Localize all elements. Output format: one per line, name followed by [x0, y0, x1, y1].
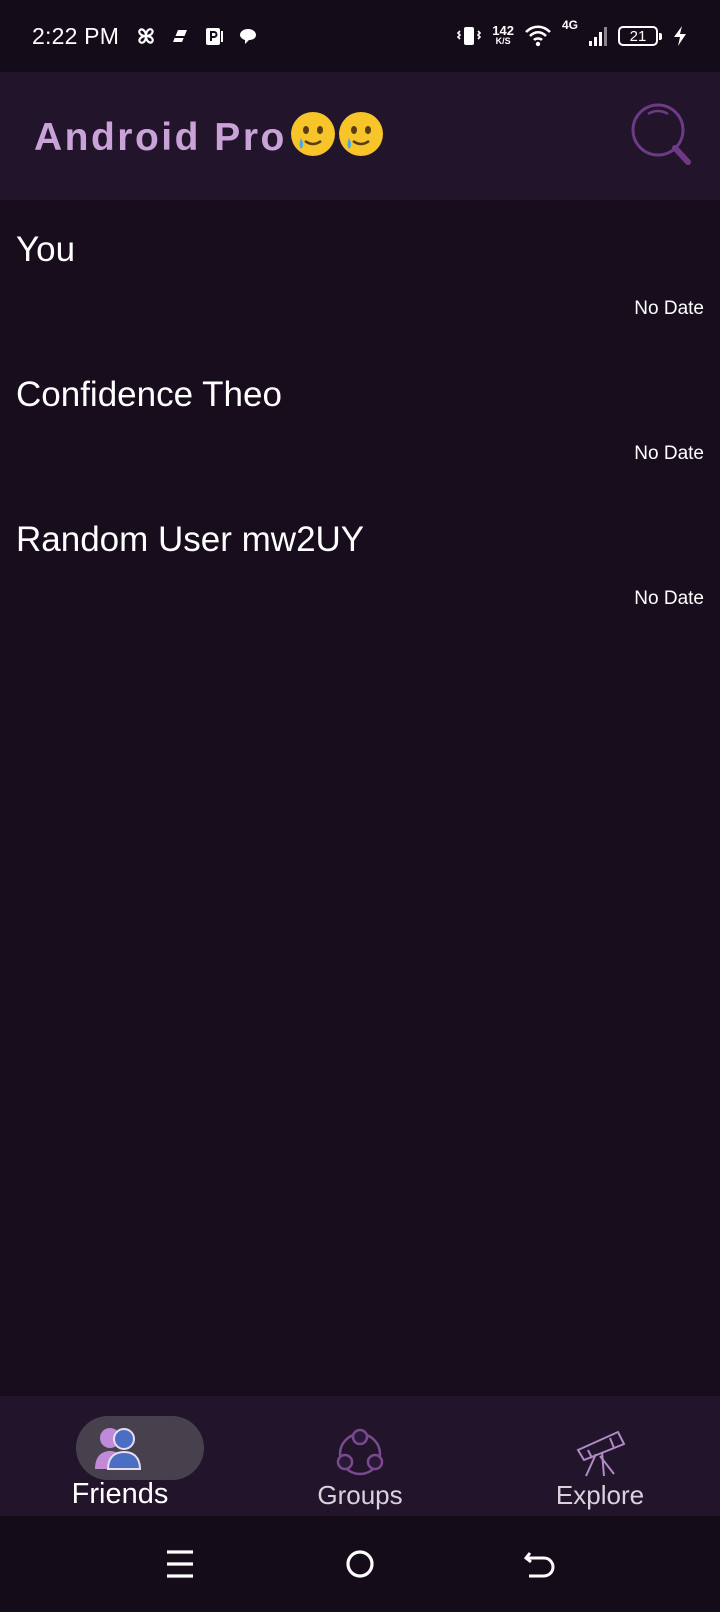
screen: 2:22 PM 142 K/S 4G 21 Android Pro You No… — [0, 0, 720, 1612]
chat-date: No Date — [634, 298, 704, 319]
list-item[interactable]: Random User mw2UY No Date — [0, 490, 720, 635]
list-item[interactable]: Confidence Theo No Date — [0, 345, 720, 490]
pinwheel-icon — [138, 28, 154, 44]
app-bar: Android Pro — [0, 72, 720, 200]
charging-bolt-icon — [674, 26, 686, 46]
parking-app-icon — [206, 28, 224, 45]
app-title: Android Pro — [34, 112, 383, 160]
chat-date: No Date — [634, 588, 704, 609]
status-time: 2:22 PM — [32, 22, 120, 49]
nav-label-friends: Friends — [71, 1478, 169, 1510]
nav-item-friends[interactable]: Friends — [20, 1396, 220, 1516]
network-speed: 142 K/S — [492, 23, 514, 47]
smiling-face-with-tear-icon — [290, 112, 335, 156]
signal-icon — [589, 27, 607, 46]
chat-name: You — [16, 230, 76, 269]
list-item[interactable]: You No Date — [0, 200, 720, 345]
nav-item-explore[interactable]: Explore — [500, 1396, 700, 1516]
chat-name: Random User mw2UY — [16, 520, 365, 559]
bottom-navigation: Friends Groups Explore — [0, 1396, 720, 1516]
system-indicators: 142 K/S 4G 21 — [456, 18, 688, 48]
search-icon — [631, 103, 691, 165]
battery-level: 21 — [629, 27, 647, 45]
status-bar: 2:22 PM 142 K/S 4G 21 — [0, 0, 720, 72]
friends-list: You No Date Confidence Theo No Date Rand… — [0, 200, 720, 635]
friends-icon — [95, 1428, 142, 1470]
chat-date: No Date — [634, 443, 704, 464]
back-button[interactable] — [520, 1544, 560, 1584]
vibrate-icon — [457, 27, 482, 45]
smiling-face-with-tear-icon — [338, 112, 383, 156]
notification-icons — [135, 25, 259, 47]
system-navigation-bar — [0, 1516, 720, 1612]
nav-label-groups: Groups — [317, 1480, 403, 1510]
network-speed-unit: K/S — [495, 36, 511, 46]
recents-button[interactable] — [160, 1544, 200, 1584]
chat-name: Confidence Theo — [16, 375, 282, 414]
home-icon — [346, 1550, 374, 1578]
chat-bubble-icon — [240, 29, 257, 44]
recents-icon — [167, 1550, 193, 1578]
nav-item-groups[interactable]: Groups — [260, 1396, 460, 1516]
telescope-icon — [576, 1430, 626, 1477]
app-title-text: Android Pro — [34, 116, 287, 159]
back-icon — [523, 1552, 555, 1578]
battery-indicator: 21 — [618, 26, 662, 46]
notification-app-icon — [173, 30, 188, 42]
home-button[interactable] — [340, 1544, 380, 1584]
search-button[interactable] — [628, 102, 698, 172]
network-type: 4G — [561, 18, 578, 32]
groups-icon — [336, 1428, 384, 1476]
wifi-icon — [525, 25, 551, 47]
network-speed-value: 142 — [492, 23, 514, 38]
nav-label-explore: Explore — [555, 1480, 645, 1510]
